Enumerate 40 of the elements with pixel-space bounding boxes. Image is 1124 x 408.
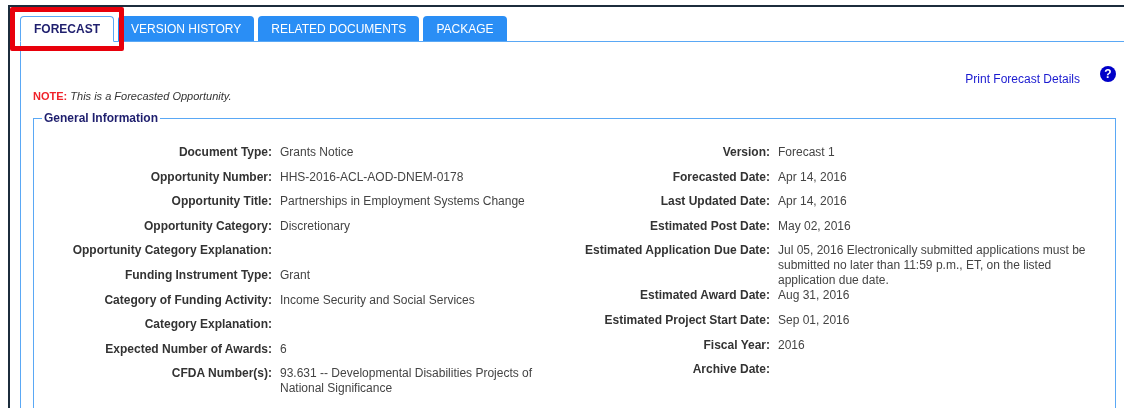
field-label: Opportunity Category:: [143, 218, 272, 233]
field-value: Sep 01, 2016: [778, 312, 851, 328]
field-label: Category of Funding Activity:: [103, 292, 272, 307]
field-label: Last Updated Date:: [659, 194, 770, 209]
field-value: 93.631 -- Developmental Disabilities Projects of National Significance: [280, 366, 534, 397]
field-label: Funding Instrument Type:: [123, 267, 272, 282]
tab[interactable]: FORECAST: [20, 16, 114, 42]
field-value: Forecast 1: [778, 145, 836, 160]
field-value: Aug 31, 2016: [778, 288, 851, 304]
field-label: Opportunity Number:: [149, 169, 272, 184]
field-value: Discretionary: [280, 218, 352, 234]
field-value: Apr 14, 2016: [778, 169, 848, 185]
field-label: Document Type:: [177, 145, 272, 159]
print-link[interactable]: Print Forecast Details: [965, 72, 1080, 86]
field-label: Version:: [721, 145, 770, 159]
field-label: Opportunity Category Explanation:: [71, 243, 272, 258]
field-label: Expected Number of Awards:: [104, 341, 272, 356]
help-icon[interactable]: ?: [1100, 66, 1116, 82]
field-label: Fiscal Year:: [702, 337, 770, 352]
section-title: General Information: [42, 111, 161, 125]
field-label: Category Explanation:: [143, 317, 272, 332]
field-label: CFDA Number(s):: [170, 366, 272, 381]
field-value: Grant: [280, 267, 311, 283]
field-label: Archive Date:: [691, 362, 770, 377]
field-value: HHS-2016-ACL-AOD-DNEM-0178: [280, 169, 465, 185]
field-value: Income Security and Social Services: [280, 292, 476, 308]
field-value: 6: [280, 341, 288, 357]
field-label: Opportunity Title:: [170, 194, 272, 209]
field-value: Jul 05, 2016 Electronically submitted applications must be submitted no later than 11:59 p.m., ET, on the listed application due date.: [778, 243, 1087, 289]
field-label: Estimated Application Due Date:: [584, 243, 770, 258]
field-label: Estimated Project Start Date:: [603, 312, 770, 327]
field-value: Grants Notice: [280, 145, 355, 160]
field-value: May 02, 2016: [778, 218, 852, 234]
field-label: Forecasted Date:: [671, 169, 770, 184]
field-label: Estimated Post Date:: [648, 218, 770, 233]
field-value: Partnerships in Employment Systems Change: [280, 194, 526, 210]
field-value: 2016: [778, 337, 806, 353]
note-text: NOTE: This is a Forecasted Opportunity.: [33, 90, 233, 102]
field-value: Apr 14, 2016: [778, 194, 848, 210]
field-label: Estimated Award Date:: [638, 288, 770, 303]
